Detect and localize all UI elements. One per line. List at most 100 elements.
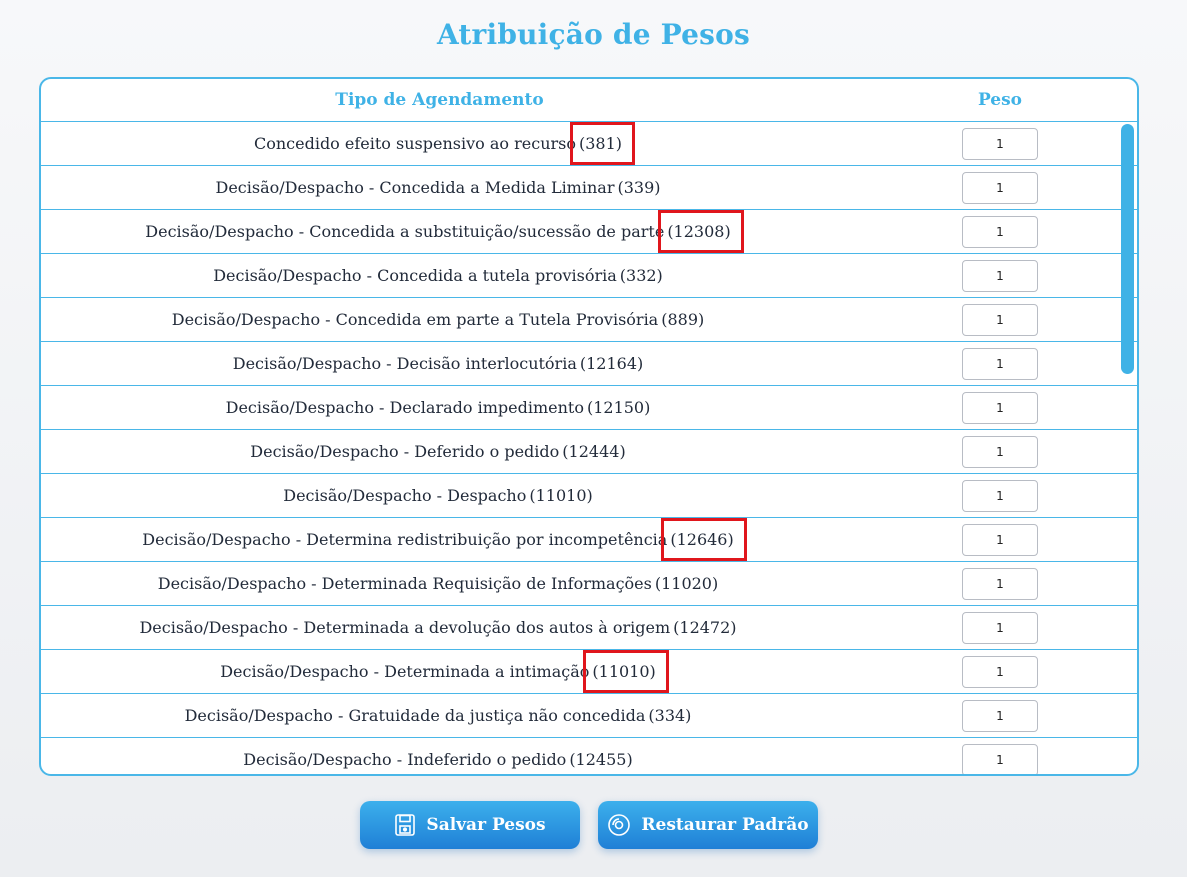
schedule-type-label: Decisão/Despacho - Concedida a substitui…	[145, 222, 665, 241]
schedule-type-cell: Decisão/Despacho - Concedida a substitui…	[41, 210, 838, 253]
schedule-type-cell: Decisão/Despacho - Deferido o pedido (12…	[41, 430, 838, 473]
weight-cell	[962, 348, 1038, 380]
schedule-type-label: Concedido efeito suspensivo ao recurso	[253, 134, 576, 153]
table-row: Decisão/Despacho - Decisão interlocutóri…	[41, 342, 1137, 386]
table-row: Decisão/Despacho - Concedida a tutela pr…	[41, 254, 1137, 298]
weight-input[interactable]	[962, 128, 1038, 160]
table-row: Concedido efeito suspensivo ao recurso (…	[41, 122, 1137, 166]
highlighted-code: (12308)	[658, 210, 745, 253]
restore-default-label: Restaurar Padrão	[641, 815, 809, 835]
schedule-type-cell: Decisão/Despacho - Gratuidade da justiça…	[41, 694, 838, 737]
weights-table: Tipo de Agendamento Peso Concedido efeit…	[39, 77, 1139, 776]
schedule-type-label: Decisão/Despacho - Concedida em parte a …	[171, 310, 659, 329]
schedule-type-code: (339)	[617, 178, 661, 197]
weight-cell	[962, 216, 1038, 248]
weight-cell	[962, 172, 1038, 204]
weight-input[interactable]	[962, 612, 1038, 644]
page-title: Atribuição de Pesos	[436, 18, 750, 51]
table-row: Decisão/Despacho - Determinada a intimaç…	[41, 650, 1137, 694]
schedule-type-cell: Decisão/Despacho - Determinada a devoluç…	[41, 606, 838, 649]
weight-cell	[962, 436, 1038, 468]
weight-input[interactable]	[962, 172, 1038, 204]
weight-cell	[962, 480, 1038, 512]
schedule-type-label: Decisão/Despacho - Determinada a devoluç…	[139, 618, 671, 637]
schedule-type-label: Decisão/Despacho - Gratuidade da justiça…	[184, 706, 646, 725]
weight-cell	[962, 260, 1038, 292]
weight-input[interactable]	[962, 524, 1038, 556]
table-row: Decisão/Despacho - Determina redistribui…	[41, 518, 1137, 562]
weight-cell	[962, 304, 1038, 336]
schedule-type-label: Decisão/Despacho - Deferido o pedido	[250, 442, 560, 461]
weight-input[interactable]	[962, 744, 1038, 774]
weight-cell	[962, 700, 1038, 732]
table-row: Decisão/Despacho - Despacho (11010)	[41, 474, 1137, 518]
table-header: Tipo de Agendamento Peso	[41, 79, 1137, 122]
schedule-type-cell: Decisão/Despacho - Decisão interlocutóri…	[41, 342, 838, 385]
schedule-type-cell: Concedido efeito suspensivo ao recurso (…	[41, 122, 838, 165]
schedule-type-cell: Decisão/Despacho - Determina redistribui…	[41, 518, 838, 561]
weight-input[interactable]	[962, 568, 1038, 600]
weight-input[interactable]	[962, 348, 1038, 380]
weight-cell	[962, 656, 1038, 688]
table-row: Decisão/Despacho - Determinada a devoluç…	[41, 606, 1137, 650]
schedule-type-cell: Decisão/Despacho - Concedida em parte a …	[41, 298, 838, 341]
table-row: Decisão/Despacho - Determinada Requisiçã…	[41, 562, 1137, 606]
floppy-disk-icon	[394, 813, 416, 837]
schedule-type-code: (889)	[661, 310, 705, 329]
header-weight: Peso	[977, 90, 1023, 110]
table-row: Decisão/Despacho - Gratuidade da justiça…	[41, 694, 1137, 738]
schedule-type-code: (11020)	[654, 574, 719, 593]
schedule-type-label: Decisão/Despacho - Despacho	[283, 486, 527, 505]
schedule-type-cell: Decisão/Despacho - Concedida a Medida Li…	[41, 166, 838, 209]
schedule-type-code: (12164)	[579, 354, 644, 373]
save-weights-button[interactable]: Salvar Pesos	[360, 801, 580, 849]
weight-input[interactable]	[962, 304, 1038, 336]
table-row: Decisão/Despacho - Indeferido o pedido (…	[41, 738, 1137, 774]
schedule-type-code: (12455)	[569, 750, 633, 769]
schedule-type-cell: Decisão/Despacho - Indeferido o pedido (…	[41, 738, 838, 774]
weight-input[interactable]	[962, 480, 1038, 512]
highlighted-code: (12646)	[661, 518, 748, 561]
table-body: Concedido efeito suspensivo ao recurso (…	[41, 122, 1137, 774]
weight-cell	[962, 524, 1038, 556]
weight-input[interactable]	[962, 216, 1038, 248]
schedule-type-cell: Decisão/Despacho - Determinada a intimaç…	[41, 650, 838, 693]
table-row: Decisão/Despacho - Concedida a Medida Li…	[41, 166, 1137, 210]
restore-default-button[interactable]: Restaurar Padrão	[598, 801, 818, 849]
weight-input[interactable]	[962, 436, 1038, 468]
schedule-type-cell: Decisão/Despacho - Concedida a tutela pr…	[41, 254, 838, 297]
schedule-type-label: Decisão/Despacho - Determinada Requisiçã…	[157, 574, 652, 593]
table-scrollbar[interactable]	[1121, 124, 1134, 374]
schedule-type-label: Decisão/Despacho - Determina redistribui…	[142, 530, 668, 549]
schedule-type-label: Decisão/Despacho - Declarado impedimento	[225, 398, 584, 417]
schedule-type-label: Decisão/Despacho - Concedida a Medida Li…	[215, 178, 615, 197]
schedule-type-cell: Decisão/Despacho - Declarado impedimento…	[41, 386, 838, 429]
header-type: Tipo de Agendamento	[335, 90, 544, 110]
restore-disc-icon	[607, 813, 631, 837]
schedule-type-label: Decisão/Despacho - Decisão interlocutóri…	[232, 354, 577, 373]
weight-cell	[962, 128, 1038, 160]
weight-cell	[962, 612, 1038, 644]
weight-input[interactable]	[962, 392, 1038, 424]
table-row: Decisão/Despacho - Concedida a substitui…	[41, 210, 1137, 254]
table-row: Decisão/Despacho - Deferido o pedido (12…	[41, 430, 1137, 474]
highlighted-code: (381)	[569, 122, 636, 165]
weight-cell	[962, 744, 1038, 774]
weight-input[interactable]	[962, 700, 1038, 732]
schedule-type-cell: Decisão/Despacho - Despacho (11010)	[41, 474, 838, 517]
save-weights-label: Salvar Pesos	[426, 815, 546, 835]
weight-input[interactable]	[962, 656, 1038, 688]
schedule-type-code: (334)	[648, 706, 692, 725]
weight-cell	[962, 392, 1038, 424]
weight-cell	[962, 568, 1038, 600]
schedule-type-code: (332)	[619, 266, 663, 285]
schedule-type-cell: Decisão/Despacho - Determinada Requisiçã…	[41, 562, 838, 605]
schedule-type-label: Decisão/Despacho - Concedida a tutela pr…	[213, 266, 617, 285]
schedule-type-label: Decisão/Despacho - Indeferido o pedido	[243, 750, 567, 769]
weight-input[interactable]	[962, 260, 1038, 292]
schedule-type-label: Decisão/Despacho - Determinada a intimaç…	[220, 662, 590, 681]
schedule-type-code: (12444)	[562, 442, 626, 461]
schedule-type-code: (12472)	[673, 618, 737, 637]
highlighted-code: (11010)	[583, 650, 670, 693]
table-row: Decisão/Despacho - Concedida em parte a …	[41, 298, 1137, 342]
